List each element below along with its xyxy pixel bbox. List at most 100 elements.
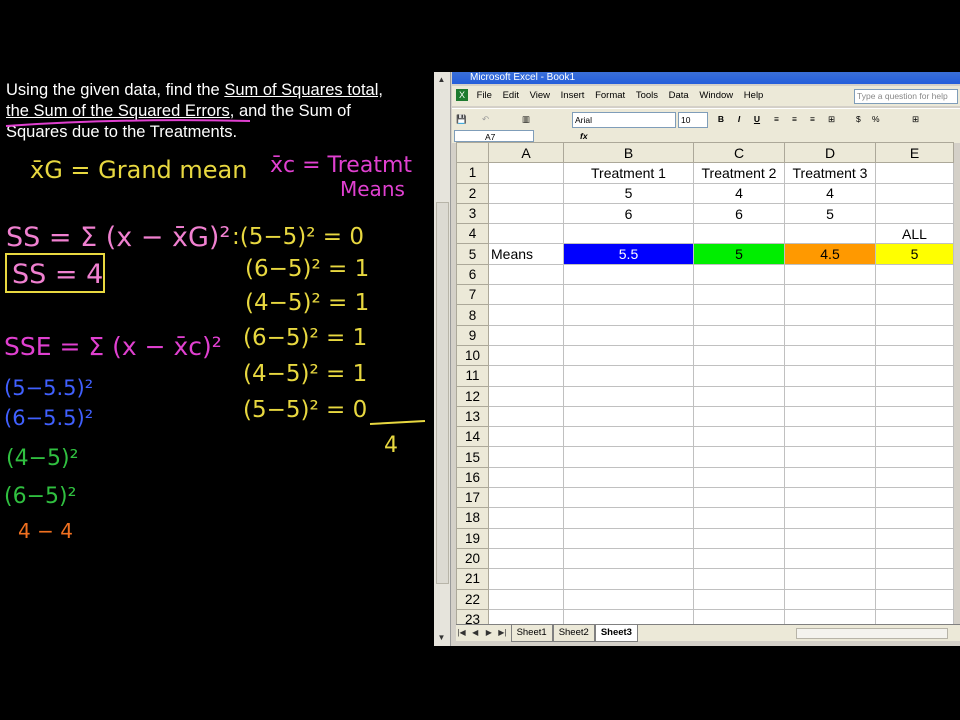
cell[interactable] bbox=[563, 263, 694, 286]
cell[interactable] bbox=[488, 182, 564, 204]
cell[interactable] bbox=[875, 507, 954, 529]
underline-button[interactable]: U bbox=[750, 112, 764, 126]
cell[interactable] bbox=[784, 344, 876, 367]
row-header[interactable]: 6 bbox=[456, 263, 489, 286]
scroll-down-icon[interactable]: ▼ bbox=[436, 632, 447, 643]
cell[interactable] bbox=[693, 344, 785, 367]
cell[interactable] bbox=[488, 466, 564, 489]
cell[interactable]: 6 bbox=[563, 202, 694, 225]
cell[interactable] bbox=[488, 304, 564, 326]
cell[interactable] bbox=[488, 162, 564, 184]
cell[interactable] bbox=[875, 385, 954, 407]
cell[interactable] bbox=[693, 547, 785, 570]
cell[interactable] bbox=[875, 365, 954, 387]
tab-sheet2[interactable]: Sheet2 bbox=[552, 625, 595, 642]
row-header[interactable]: 4 bbox=[456, 223, 489, 245]
cell[interactable] bbox=[563, 466, 694, 489]
save-icon[interactable]: 💾 bbox=[456, 112, 467, 126]
row-header[interactable]: 8 bbox=[456, 304, 489, 326]
cell[interactable] bbox=[875, 527, 954, 549]
cell[interactable] bbox=[784, 426, 876, 448]
cell[interactable] bbox=[875, 202, 954, 225]
cell[interactable] bbox=[563, 507, 694, 529]
cell[interactable] bbox=[563, 344, 694, 367]
align-left-icon[interactable]: ≡ bbox=[774, 112, 779, 126]
column-header-a[interactable]: A bbox=[488, 141, 564, 164]
menu-edit[interactable]: Edit bbox=[503, 86, 519, 106]
column-header-b[interactable]: B bbox=[563, 141, 694, 164]
row-header[interactable]: 17 bbox=[456, 487, 489, 509]
cell[interactable] bbox=[875, 284, 954, 306]
cell[interactable] bbox=[875, 588, 954, 610]
cell[interactable] bbox=[784, 588, 876, 610]
percent-icon[interactable]: % bbox=[872, 112, 880, 126]
cell[interactable] bbox=[693, 304, 785, 326]
cell[interactable]: 4.5 bbox=[784, 243, 876, 265]
cell[interactable] bbox=[488, 223, 564, 245]
cell[interactable] bbox=[875, 162, 954, 184]
row-header[interactable]: 21 bbox=[456, 568, 489, 590]
bold-button[interactable]: B bbox=[714, 112, 728, 126]
row-header[interactable]: 1 bbox=[456, 162, 489, 184]
cell[interactable]: ALL bbox=[875, 223, 954, 245]
cell[interactable] bbox=[488, 568, 564, 590]
cell[interactable] bbox=[693, 405, 785, 428]
cell[interactable] bbox=[875, 568, 954, 590]
font-name-select[interactable]: Arial bbox=[572, 112, 676, 128]
cell[interactable] bbox=[693, 426, 785, 448]
cell[interactable] bbox=[488, 365, 564, 387]
cell[interactable] bbox=[488, 547, 564, 570]
align-center-icon[interactable]: ≡ bbox=[792, 112, 797, 126]
cell[interactable]: 4 bbox=[693, 182, 785, 204]
cell[interactable] bbox=[784, 385, 876, 407]
cell[interactable] bbox=[488, 487, 564, 509]
scrollbar-thumb[interactable] bbox=[436, 202, 449, 584]
cell[interactable] bbox=[563, 527, 694, 549]
fx-icon[interactable]: fx bbox=[580, 129, 588, 143]
cell[interactable]: 5 bbox=[693, 243, 785, 265]
cell[interactable] bbox=[784, 466, 876, 489]
row-header[interactable]: 19 bbox=[456, 527, 489, 549]
cell[interactable] bbox=[488, 507, 564, 529]
cell[interactable] bbox=[693, 446, 785, 468]
row-header[interactable]: 22 bbox=[456, 588, 489, 610]
cell[interactable] bbox=[563, 223, 694, 245]
cell[interactable] bbox=[693, 466, 785, 489]
row-header[interactable]: 15 bbox=[456, 446, 489, 468]
last-sheet-icon[interactable]: ▶| bbox=[497, 625, 508, 641]
cell[interactable] bbox=[488, 202, 564, 225]
cell[interactable] bbox=[693, 365, 785, 387]
row-header[interactable]: 7 bbox=[456, 284, 489, 306]
row-header[interactable]: 14 bbox=[456, 426, 489, 448]
merge-center-icon[interactable]: ⊞ bbox=[828, 112, 835, 126]
cell[interactable] bbox=[488, 284, 564, 306]
row-header[interactable]: 16 bbox=[456, 466, 489, 489]
tab-sheet3[interactable]: Sheet3 bbox=[594, 625, 638, 642]
outer-scrollbar[interactable]: ▲ ▼ bbox=[434, 72, 451, 646]
cell[interactable] bbox=[563, 365, 694, 387]
cell[interactable] bbox=[784, 324, 876, 346]
cell[interactable] bbox=[563, 446, 694, 468]
column-header-e[interactable]: E bbox=[875, 141, 954, 164]
cell[interactable] bbox=[563, 324, 694, 346]
cell[interactable] bbox=[875, 466, 954, 489]
row-header[interactable]: 9 bbox=[456, 324, 489, 346]
help-search-input[interactable]: Type a question for help bbox=[854, 89, 958, 104]
cell[interactable]: Treatment 3 bbox=[784, 162, 876, 184]
cell[interactable] bbox=[875, 487, 954, 509]
column-header-d[interactable]: D bbox=[784, 141, 876, 164]
row-header[interactable]: 3 bbox=[456, 202, 489, 225]
cell[interactable] bbox=[563, 547, 694, 570]
cell[interactable] bbox=[563, 304, 694, 326]
cell[interactable] bbox=[693, 568, 785, 590]
row-header[interactable]: 5 bbox=[456, 243, 489, 265]
cell[interactable] bbox=[693, 263, 785, 286]
cell[interactable] bbox=[693, 487, 785, 509]
cell[interactable] bbox=[784, 263, 876, 286]
font-size-select[interactable]: 10 bbox=[678, 112, 708, 128]
excel-app-icon[interactable]: X bbox=[456, 89, 468, 102]
name-box[interactable]: A7 bbox=[454, 130, 534, 142]
menu-help[interactable]: Help bbox=[744, 86, 764, 106]
cell[interactable] bbox=[693, 284, 785, 306]
cell[interactable]: Treatment 1 bbox=[563, 162, 694, 184]
